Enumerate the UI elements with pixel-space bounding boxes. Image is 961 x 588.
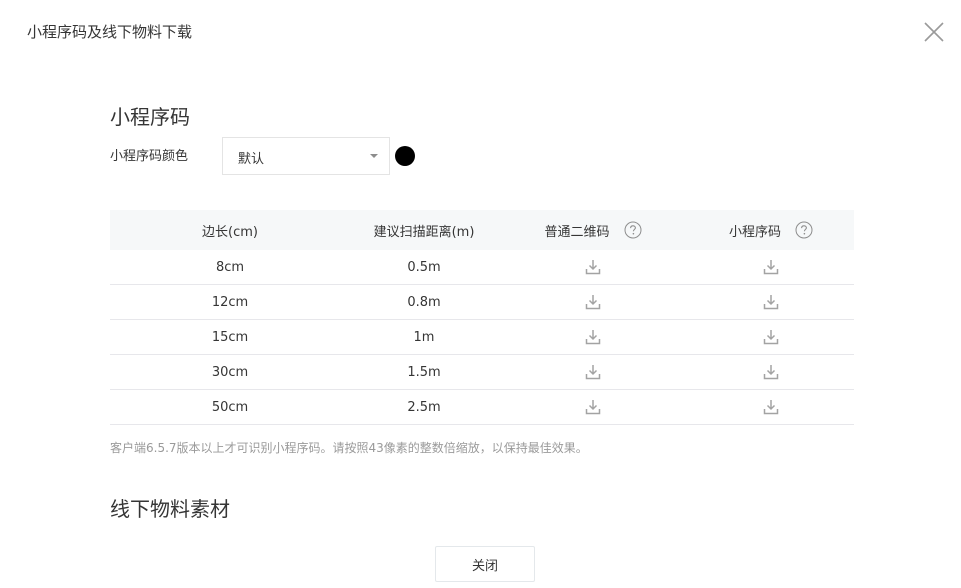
color-select[interactable]: 默认 xyxy=(222,137,390,175)
color-label: 小程序码颜色 xyxy=(110,149,189,164)
table-row: 15cm 1m xyxy=(110,320,854,355)
table-header: 边长(cm) 建议扫描距离(m) 普通二维码 小程序码 xyxy=(110,210,854,250)
download-mini-code xyxy=(688,259,854,275)
offline-materials-section-title: 线下物料素材 xyxy=(110,497,230,521)
cell-side-length: 30cm xyxy=(211,364,249,380)
download-normal-qr xyxy=(498,259,688,275)
close-icon[interactable] xyxy=(922,20,946,44)
cell-scan-distance: 0.8m xyxy=(407,294,441,310)
mini-code-section-title: 小程序码 xyxy=(110,105,190,129)
table-row: 8cm 0.5m xyxy=(110,250,854,285)
download-mini-code xyxy=(688,294,854,310)
download-normal-qr xyxy=(498,399,688,415)
header-mini-code-label: 小程序码 xyxy=(728,224,781,240)
table-row: 50cm 2.5m xyxy=(110,390,854,425)
download-icon[interactable] xyxy=(763,364,779,380)
cell-side-length: 15cm xyxy=(211,329,249,345)
table-row: 12cm 0.8m xyxy=(110,285,854,320)
download-icon[interactable] xyxy=(585,399,601,415)
header-mini-code: 小程序码 xyxy=(688,221,854,240)
question-circle-icon[interactable] xyxy=(624,221,642,239)
version-note: 客户端6.5.7版本以上才可识别小程序码。请按照43像素的整数倍缩放，以保持最佳… xyxy=(110,441,588,455)
header-normal-qr-label: 普通二维码 xyxy=(544,224,610,240)
cell-side-length: 8cm xyxy=(215,259,245,275)
size-table: 边长(cm) 建议扫描距离(m) 普通二维码 小程序码 8cm 0.5m 12c… xyxy=(110,210,854,425)
download-icon[interactable] xyxy=(585,329,601,345)
download-mini-code xyxy=(688,364,854,380)
download-mini-code xyxy=(688,329,854,345)
download-icon[interactable] xyxy=(763,399,779,415)
header-scan-distance: 建议扫描距离(m) xyxy=(373,224,475,240)
download-icon[interactable] xyxy=(763,259,779,275)
download-icon[interactable] xyxy=(585,294,601,310)
download-normal-qr xyxy=(498,294,688,310)
cell-scan-distance: 2.5m xyxy=(407,399,441,415)
download-icon[interactable] xyxy=(763,329,779,345)
download-mini-code xyxy=(688,399,854,415)
dialog-title: 小程序码及线下物料下载 xyxy=(27,23,193,41)
caret-down-icon xyxy=(370,154,378,158)
download-normal-qr xyxy=(498,364,688,380)
download-icon[interactable] xyxy=(585,259,601,275)
cell-side-length: 50cm xyxy=(211,399,249,415)
close-button[interactable]: 关闭 xyxy=(435,546,535,582)
download-icon[interactable] xyxy=(763,294,779,310)
table-row: 30cm 1.5m xyxy=(110,355,854,390)
color-swatch[interactable] xyxy=(395,146,415,166)
download-normal-qr xyxy=(498,329,688,345)
cell-side-length: 12cm xyxy=(211,294,249,310)
header-normal-qr: 普通二维码 xyxy=(498,221,688,240)
header-side-length: 边长(cm) xyxy=(202,224,258,240)
cell-scan-distance: 1m xyxy=(413,329,435,345)
download-icon[interactable] xyxy=(585,364,601,380)
color-select-value: 默认 xyxy=(238,152,265,167)
cell-scan-distance: 0.5m xyxy=(407,259,441,275)
question-circle-icon[interactable] xyxy=(795,221,813,239)
cell-scan-distance: 1.5m xyxy=(407,364,441,380)
